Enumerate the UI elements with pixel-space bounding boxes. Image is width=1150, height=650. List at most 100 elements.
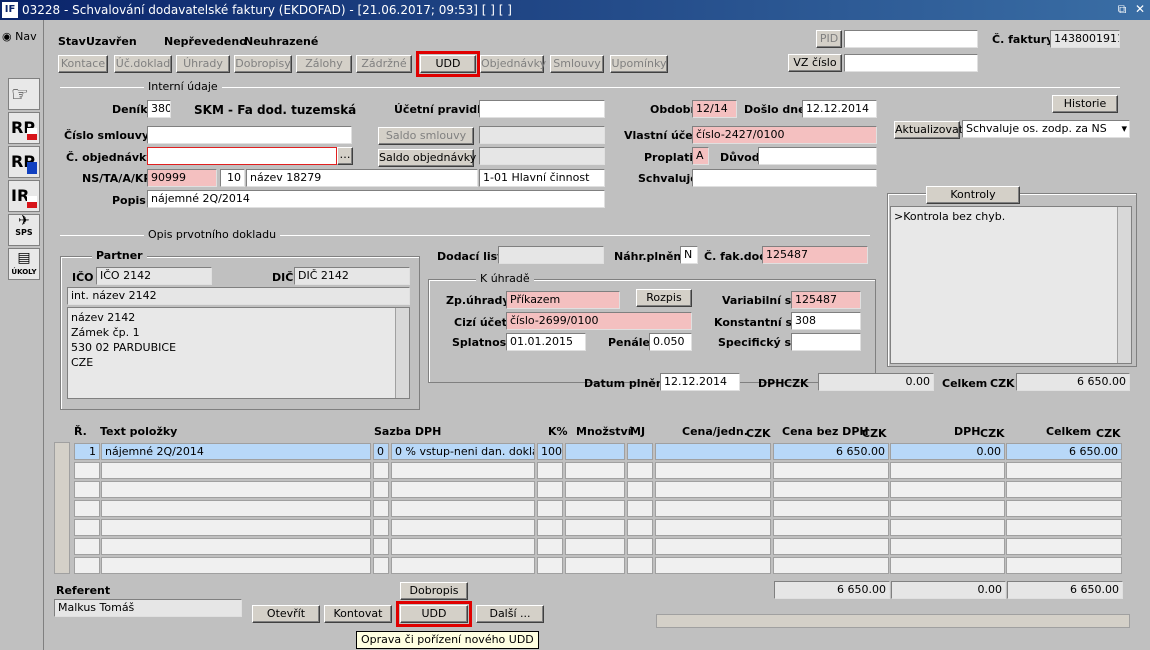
grid-empty-cell[interactable] [773, 500, 889, 517]
grid-empty-cell[interactable] [373, 462, 389, 479]
doslo-dne-field[interactable]: 12.12.2014 [802, 100, 877, 118]
grid-empty-cell[interactable] [74, 538, 100, 555]
int-nazev-field[interactable]: int. název 2142 [67, 287, 410, 305]
dalsi-button[interactable]: Další ... [476, 605, 544, 623]
vlastni-ucet-field[interactable]: číslo-2427/0100 [692, 126, 877, 144]
grid-empty-cell[interactable] [101, 557, 371, 574]
grid-empty-cell[interactable] [655, 538, 771, 555]
grid-empty-cell[interactable] [74, 462, 100, 479]
pid-button[interactable]: PID [816, 30, 842, 48]
rozpis-button[interactable]: Rozpis [636, 289, 692, 307]
sps-button[interactable]: ✈ SPS [8, 214, 40, 246]
cfakdod-field[interactable]: 125487 [762, 246, 868, 264]
grid-empty-cell[interactable] [537, 481, 563, 498]
dodaci-list-field[interactable] [498, 246, 604, 264]
cislo-smlouvy-field[interactable] [147, 126, 352, 144]
objednavky-field[interactable] [147, 147, 337, 165]
uhrady-button[interactable]: Úhrady [176, 55, 230, 73]
grid-cell-celkem[interactable]: 6 650.00 [1006, 443, 1122, 460]
address-scrollbar[interactable] [395, 308, 409, 398]
grid-cell-r[interactable]: 1 [74, 443, 100, 460]
vz-cislo-button[interactable]: VZ číslo [788, 54, 842, 72]
pid-field[interactable] [844, 30, 978, 48]
grid-empty-cell[interactable] [1006, 481, 1122, 498]
referent-field[interactable]: Malkus Tomáš [54, 599, 242, 617]
rp-cz-button[interactable]: RP [8, 112, 40, 144]
ico-field[interactable]: IČO 2142 [96, 267, 212, 285]
grid-empty-cell[interactable] [655, 462, 771, 479]
kontovat-button[interactable]: Kontovat [324, 605, 392, 623]
grid-scrollbar[interactable] [54, 442, 70, 574]
kontroly-button[interactable]: Kontroly [926, 186, 1020, 204]
grid-empty-cell[interactable] [890, 481, 1005, 498]
specificky-field[interactable] [791, 333, 861, 351]
grid-empty-cell[interactable] [101, 481, 371, 498]
grid-empty-cell[interactable] [890, 557, 1005, 574]
grid-cell-dph[interactable]: 0.00 [890, 443, 1005, 460]
grid-empty-cell[interactable] [101, 519, 371, 536]
zadrzne-button[interactable]: Zádržné [356, 55, 412, 73]
rp-eu-button[interactable]: RP [8, 146, 40, 178]
grid-empty-cell[interactable] [627, 481, 653, 498]
saldo-objednavky-button[interactable]: Saldo objednávky [378, 149, 476, 167]
close-icon[interactable]: ✕ [1132, 2, 1148, 17]
grid-empty-cell[interactable] [373, 519, 389, 536]
variabilni-field[interactable]: 125487 [791, 291, 861, 309]
proplatit-field[interactable]: A [692, 147, 709, 165]
grid-empty-cell[interactable] [773, 462, 889, 479]
restore-icon[interactable]: ⧉ [1114, 2, 1130, 17]
grid-empty-cell[interactable] [74, 557, 100, 574]
grid-empty-cell[interactable] [773, 481, 889, 498]
grid-empty-cell[interactable] [391, 481, 535, 498]
dic-field[interactable]: DIČ 2142 [294, 267, 410, 285]
penale-field[interactable]: 0.050 [649, 333, 692, 351]
lov-button[interactable]: … [337, 147, 353, 165]
grid-empty-cell[interactable] [391, 500, 535, 517]
grid-empty-cell[interactable] [565, 538, 625, 555]
grid-empty-cell[interactable] [74, 500, 100, 517]
dobropisy-button[interactable]: Dobropisy [234, 55, 292, 73]
grid-empty-cell[interactable] [655, 519, 771, 536]
grid-empty-cell[interactable] [890, 462, 1005, 479]
grid-cell-mnozstvi[interactable] [565, 443, 625, 460]
grid-empty-cell[interactable] [373, 481, 389, 498]
grid-empty-cell[interactable] [537, 519, 563, 536]
historie-button[interactable]: Historie [1052, 95, 1118, 113]
tasks-button[interactable]: ▤ ÚKOLY [8, 248, 40, 280]
grid-empty-cell[interactable] [537, 462, 563, 479]
schvaluje-field[interactable] [692, 169, 877, 187]
schval-select[interactable]: Schvaluje os. zodp. za NS ▾ [962, 120, 1130, 138]
zp-uhrady-field[interactable]: Příkazem [506, 291, 620, 309]
grid-empty-cell[interactable] [627, 538, 653, 555]
grid-cell-cena[interactable] [655, 443, 771, 460]
grid-empty-cell[interactable] [565, 519, 625, 536]
grid-empty-cell[interactable] [627, 462, 653, 479]
grid-empty-cell[interactable] [565, 500, 625, 517]
vz-cislo-field[interactable] [844, 54, 978, 72]
grid-empty-cell[interactable] [565, 481, 625, 498]
grid-empty-cell[interactable] [373, 500, 389, 517]
zalohy-button[interactable]: Zálohy [296, 55, 352, 73]
kontroly-scrollbar[interactable] [1117, 207, 1131, 363]
grid-empty-cell[interactable] [773, 519, 889, 536]
grid-empty-cell[interactable] [1006, 462, 1122, 479]
grid-empty-cell[interactable] [890, 519, 1005, 536]
grid-empty-cell[interactable] [74, 481, 100, 498]
grid-empty-cell[interactable] [101, 500, 371, 517]
denik-field[interactable]: 380 [147, 100, 171, 118]
grid-empty-cell[interactable] [1006, 500, 1122, 517]
dobropis-button[interactable]: Dobropis [400, 582, 468, 600]
grid-empty-cell[interactable] [655, 500, 771, 517]
aktualizovat-button[interactable]: Aktualizovat [894, 121, 963, 139]
grid-empty-cell[interactable] [391, 538, 535, 555]
cizi-ucet-field[interactable]: číslo-2699/0100 [506, 312, 692, 330]
grid-empty-cell[interactable] [773, 557, 889, 574]
grid-cell-text[interactable]: nájemné 2Q/2014 [101, 443, 371, 460]
grid-empty-cell[interactable] [537, 500, 563, 517]
hand-tool-button[interactable]: ☞ [8, 78, 40, 110]
grid-empty-cell[interactable] [773, 538, 889, 555]
ns-field[interactable]: 90999 [147, 169, 217, 187]
grid-cell-sazba-text[interactable]: 0 % vstup-neni dan. doklad - [391, 443, 535, 460]
nazev-field[interactable]: název 18279 [246, 169, 478, 187]
grid-empty-cell[interactable] [537, 557, 563, 574]
